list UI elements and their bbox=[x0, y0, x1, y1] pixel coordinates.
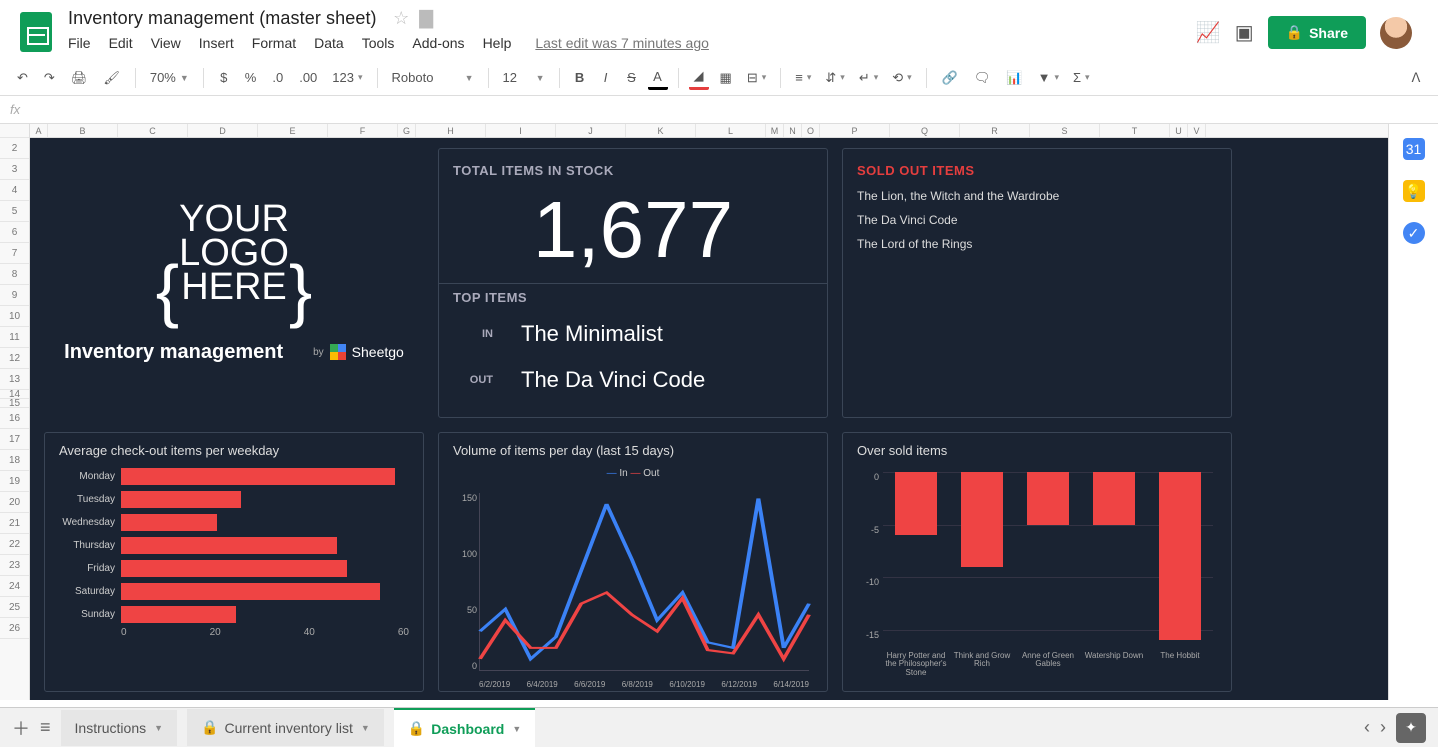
fill-color-button[interactable]: ◢ bbox=[689, 66, 709, 90]
soldout-label: SOLD OUT ITEMS bbox=[857, 163, 1217, 178]
account-avatar[interactable] bbox=[1380, 17, 1412, 49]
in-label: IN bbox=[453, 328, 493, 340]
font-select[interactable]: Roboto▼ bbox=[388, 70, 478, 85]
side-panel: 31 💡 ✓ bbox=[1388, 124, 1438, 700]
print-button[interactable]: 🖨 bbox=[66, 66, 93, 90]
menu-tools[interactable]: Tools bbox=[362, 35, 395, 51]
all-sheets-button[interactable]: ≡ bbox=[40, 717, 51, 738]
total-stock-label: TOTAL ITEMS IN STOCK bbox=[453, 163, 813, 178]
sheetgo-icon bbox=[330, 344, 346, 360]
menu-data[interactable]: Data bbox=[314, 35, 344, 51]
chart2-title: Volume of items per day (last 15 days) bbox=[453, 443, 813, 458]
scroll-left-button[interactable]: ‹ bbox=[1364, 717, 1370, 738]
formula-input[interactable] bbox=[34, 102, 1428, 117]
top-in-value: The Minimalist bbox=[521, 321, 663, 347]
text-color-button[interactable]: A bbox=[648, 66, 668, 90]
font-size-select[interactable]: 12▼ bbox=[499, 70, 549, 85]
chart3-title: Over sold items bbox=[857, 443, 1217, 458]
menu-insert[interactable]: Insert bbox=[199, 35, 234, 51]
chart-button[interactable]: 📊 bbox=[1001, 66, 1027, 90]
valign-button[interactable]: ⇵▾ bbox=[821, 70, 848, 86]
keep-addon-icon[interactable]: 💡 bbox=[1403, 180, 1425, 202]
comments-icon[interactable]: ▣ bbox=[1235, 20, 1254, 45]
share-button[interactable]: 🔒 Share bbox=[1268, 16, 1366, 49]
total-stock-value: 1,677 bbox=[453, 184, 813, 277]
top-out-value: The Da Vinci Code bbox=[521, 367, 705, 393]
menu-view[interactable]: View bbox=[151, 35, 181, 51]
soldout-item: The Lion, the Witch and the Wardrobe bbox=[857, 184, 1217, 208]
top-items-label: TOP ITEMS bbox=[453, 290, 813, 305]
tab-inventory[interactable]: 🔒Current inventory list▼ bbox=[187, 709, 384, 746]
soldout-card: SOLD OUT ITEMS The Lion, the Witch and t… bbox=[842, 148, 1232, 418]
halign-button[interactable]: ≡▾ bbox=[791, 70, 815, 85]
comment-button[interactable]: 🗨 bbox=[969, 66, 996, 90]
share-label: Share bbox=[1309, 25, 1348, 41]
menu-format[interactable]: Format bbox=[252, 35, 296, 51]
checkout-chart[interactable]: Average check-out items per weekday Mond… bbox=[44, 432, 424, 692]
zoom-select[interactable]: 70%▼ bbox=[146, 70, 193, 85]
menu-addons[interactable]: Add-ons bbox=[412, 35, 464, 51]
lock-icon: 🔒 bbox=[1286, 24, 1303, 41]
merge-button[interactable]: ⊟▾ bbox=[743, 70, 770, 86]
logo-card: { YOUR LOGO HERE } Inventory management … bbox=[44, 148, 424, 418]
bold-button[interactable]: B bbox=[570, 66, 590, 90]
decrease-decimal-button[interactable]: .0 bbox=[267, 66, 288, 90]
link-button[interactable]: 🔗 bbox=[937, 66, 963, 90]
wrap-button[interactable]: ↵▾ bbox=[855, 70, 882, 86]
sheet-tabs: ＋ ≡ Instructions▼ 🔒Current inventory lis… bbox=[0, 707, 1438, 747]
volume-chart[interactable]: Volume of items per day (last 15 days) I… bbox=[438, 432, 828, 692]
rotate-button[interactable]: ⟲▾ bbox=[888, 70, 915, 86]
increase-decimal-button[interactable]: .00 bbox=[294, 66, 322, 90]
sheetgo-brand: by Sheetgo bbox=[313, 344, 404, 360]
out-label: OUT bbox=[453, 374, 493, 386]
collapse-toolbar-button[interactable]: ᐱ bbox=[1406, 66, 1426, 90]
menu-help[interactable]: Help bbox=[483, 35, 512, 51]
sheets-logo-icon[interactable] bbox=[20, 12, 52, 52]
lock-icon: 🔒 bbox=[408, 720, 425, 737]
currency-button[interactable]: $ bbox=[214, 66, 234, 90]
scroll-right-button[interactable]: › bbox=[1380, 717, 1386, 738]
borders-button[interactable]: ▦ bbox=[715, 66, 737, 90]
menu-file[interactable]: File bbox=[68, 35, 91, 51]
toolbar: ↶ ↷ 🖨 🖌 70%▼ $ % .0 .00 123▾ Roboto▼ 12▼… bbox=[0, 60, 1438, 96]
add-sheet-button[interactable]: ＋ bbox=[12, 715, 30, 741]
star-icon[interactable]: ☆ bbox=[393, 8, 409, 29]
fx-icon: fx bbox=[10, 102, 20, 117]
trend-icon[interactable]: 📈 bbox=[1196, 20, 1221, 45]
paint-format-button[interactable]: 🖌 bbox=[98, 66, 125, 90]
doc-title[interactable]: Inventory management (master sheet) bbox=[68, 8, 377, 29]
inventory-title: Inventory management bbox=[64, 340, 283, 364]
functions-button[interactable]: Σ▾ bbox=[1069, 70, 1094, 85]
oversold-chart[interactable]: Over sold items 0-5-10-15 Harry Potter a… bbox=[842, 432, 1232, 692]
soldout-item: The Da Vinci Code bbox=[857, 208, 1217, 232]
chart1-title: Average check-out items per weekday bbox=[59, 443, 409, 458]
soldout-item: The Lord of the Rings bbox=[857, 232, 1217, 256]
strike-button[interactable]: S bbox=[622, 66, 642, 90]
stock-card: TOTAL ITEMS IN STOCK 1,677 TOP ITEMS IN … bbox=[438, 148, 828, 418]
number-format-select[interactable]: 123▾ bbox=[328, 70, 366, 85]
redo-button[interactable]: ↷ bbox=[39, 66, 60, 90]
last-edit-info[interactable]: Last edit was 7 minutes ago bbox=[535, 35, 709, 51]
tasks-addon-icon[interactable]: ✓ bbox=[1403, 222, 1425, 244]
lock-icon: 🔒 bbox=[201, 719, 218, 736]
row-headers[interactable]: 2345678910111213141516171819202122232425… bbox=[0, 124, 30, 700]
menu-edit[interactable]: Edit bbox=[109, 35, 133, 51]
line-legend: In Out bbox=[453, 468, 813, 479]
explore-button[interactable]: ✦ bbox=[1396, 713, 1426, 743]
filter-button[interactable]: ▼▾ bbox=[1034, 70, 1063, 85]
logo-placeholder: { YOUR LOGO HERE } bbox=[156, 202, 313, 322]
italic-button[interactable]: I bbox=[596, 66, 616, 90]
percent-button[interactable]: % bbox=[240, 66, 262, 90]
undo-button[interactable]: ↶ bbox=[12, 66, 33, 90]
calendar-addon-icon[interactable]: 31 bbox=[1403, 138, 1425, 160]
folder-icon[interactable]: ▇ bbox=[419, 8, 433, 29]
tab-dashboard[interactable]: 🔒Dashboard▼ bbox=[394, 708, 535, 747]
tab-instructions[interactable]: Instructions▼ bbox=[61, 710, 178, 746]
column-headers[interactable]: ABCDEFGHIJKLMNOPQRSTUV bbox=[30, 124, 1388, 138]
